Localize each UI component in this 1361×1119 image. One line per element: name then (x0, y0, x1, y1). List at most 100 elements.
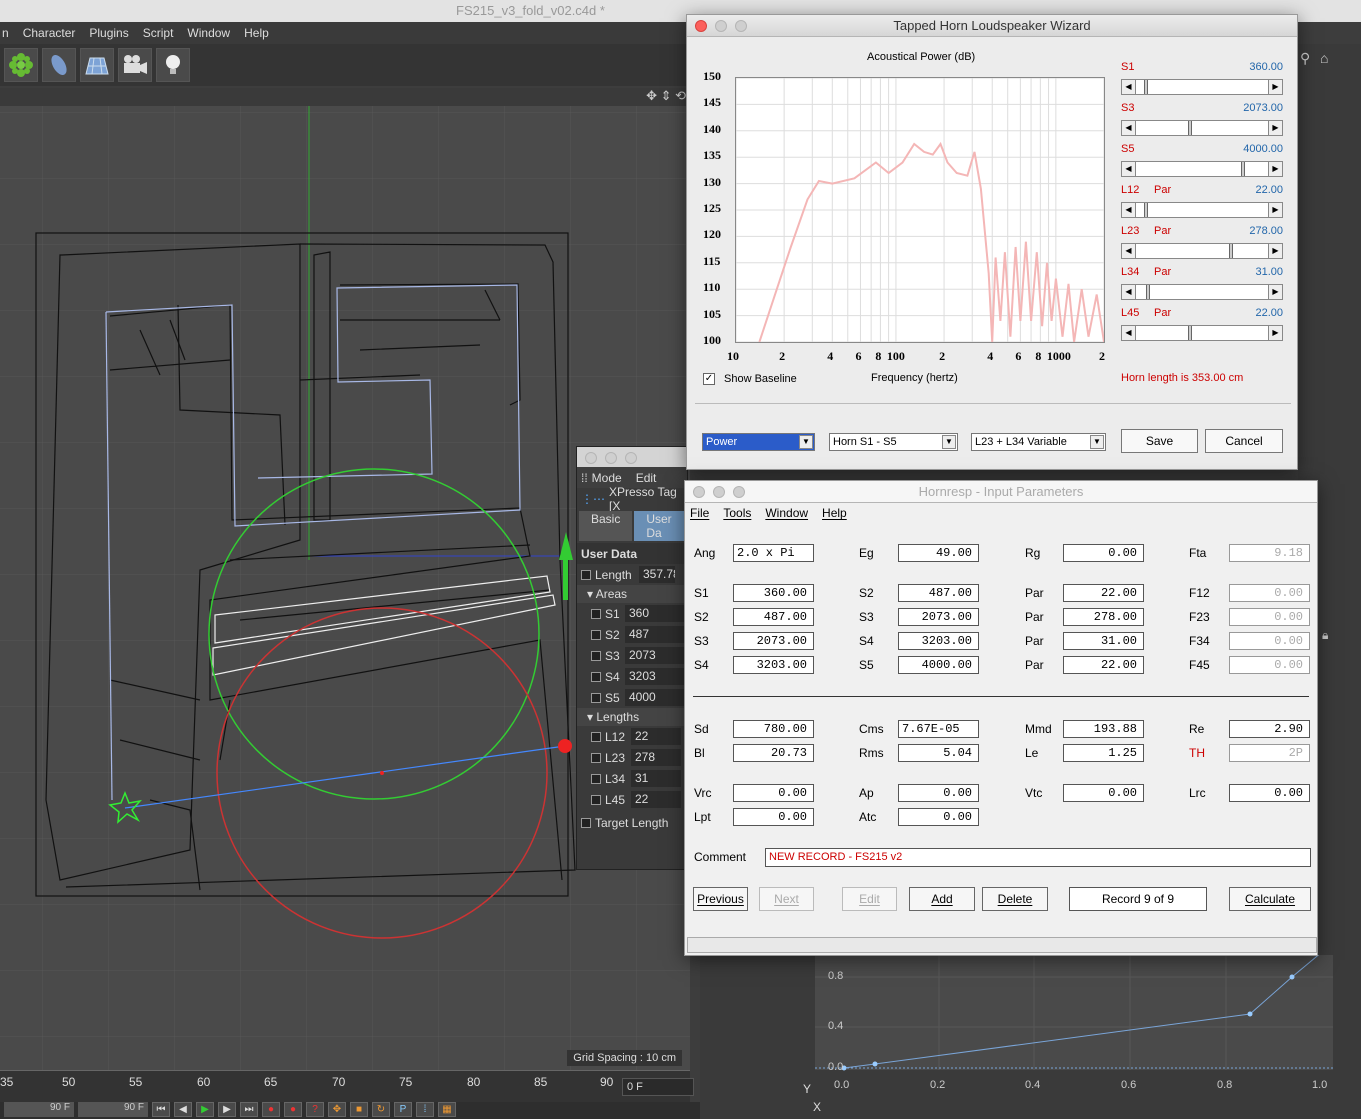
delete-button[interactable]: Delete (982, 887, 1048, 911)
goto-start-icon[interactable]: ⏮ (152, 1102, 170, 1117)
calculate-button[interactable]: Calculate (1229, 887, 1311, 911)
param-field-ap[interactable]: 0.00 (898, 784, 979, 802)
length-item-value[interactable]: 22 (631, 791, 681, 808)
param-field-le[interactable]: 1.25 (1063, 744, 1144, 762)
slider-l34[interactable]: ◀ ▶ (1121, 284, 1283, 300)
length-item-value[interactable]: 278 (631, 749, 681, 766)
areas-group[interactable]: ▾ Areas (577, 585, 687, 603)
comment-field[interactable]: NEW RECORD - FS215 v2 (765, 848, 1311, 867)
edit-button[interactable]: Edit (842, 887, 897, 911)
current-frame-field[interactable]: 0 F (622, 1078, 694, 1096)
wizard-titlebar[interactable]: Tapped Horn Loudspeaker Wizard (687, 15, 1297, 37)
param-field-re[interactable]: 2.90 (1229, 720, 1310, 738)
horn-dropdown[interactable]: Horn S1 - S5 ▼ (829, 433, 958, 451)
menu-item-help[interactable]: Help (244, 22, 269, 44)
slider-l12[interactable]: ◀ ▶ (1121, 202, 1283, 218)
attribute-manager-titlebar[interactable] (577, 447, 687, 467)
param-field-s2[interactable]: 487.00 (733, 608, 814, 626)
keyframe-icon[interactable] (591, 692, 601, 703)
param-field-fta[interactable]: 9.18 (1229, 544, 1310, 562)
menu-item-window[interactable]: Window (187, 22, 230, 44)
menu-item-character[interactable]: Character (23, 22, 76, 44)
param-field-par[interactable]: 22.00 (1063, 584, 1144, 602)
slider-thumb[interactable] (1188, 121, 1193, 135)
lock-icon[interactable]: 🔒︎ (1322, 628, 1328, 643)
record-icon[interactable]: ● (262, 1102, 280, 1117)
goto-end-icon[interactable]: ⏭ (240, 1102, 258, 1117)
viewport-nav-icons[interactable]: ✥ ⇕ ⟲ (0, 88, 690, 106)
capsule-icon[interactable] (42, 48, 76, 82)
param-field-f34[interactable]: 0.00 (1229, 632, 1310, 650)
help-icon[interactable]: ? (306, 1102, 324, 1117)
lengths-group[interactable]: ▾ Lengths (577, 708, 687, 726)
param-field-s3[interactable]: 2073.00 (898, 608, 979, 626)
menu-help[interactable]: Help (822, 503, 847, 523)
cancel-button[interactable]: Cancel (1205, 429, 1283, 453)
close-icon[interactable] (695, 20, 707, 32)
param-field-vtc[interactable]: 0.00 (1063, 784, 1144, 802)
menu-edit[interactable]: Edit (636, 471, 657, 485)
area-value[interactable]: 2073 (625, 647, 685, 664)
flower-icon[interactable] (4, 48, 38, 82)
slider-s3[interactable]: ◀ ▶ (1121, 120, 1283, 136)
param-field-th[interactable]: 2P (1229, 744, 1310, 762)
param-field-vrc[interactable]: 0.00 (733, 784, 814, 802)
timeline-ruler[interactable]: 35 50 55 60 65 70 75 80 85 90 (0, 1070, 690, 1102)
camera-icon[interactable] (118, 48, 152, 82)
param-field-mmd[interactable]: 193.88 (1063, 720, 1144, 738)
param-field-rms[interactable]: 5.04 (898, 744, 979, 762)
save-button[interactable]: Save (1121, 429, 1198, 453)
slider-l45[interactable]: ◀ ▶ (1121, 325, 1283, 341)
arrow-right-icon[interactable]: ▶ (1268, 162, 1282, 176)
hornresp-titlebar[interactable]: Hornresp - Input Parameters (685, 481, 1317, 503)
scale-key-icon[interactable]: ■ (350, 1102, 368, 1117)
menu-item-edge[interactable]: n (2, 22, 9, 44)
home-icon[interactable]: ⌂ (1320, 50, 1328, 66)
add-button[interactable]: Add (909, 887, 975, 911)
autokey-icon[interactable]: ● (284, 1102, 302, 1117)
arrow-left-icon[interactable]: ◀ (1122, 285, 1136, 299)
keyframe-icon[interactable] (591, 794, 601, 805)
keyframe-icon[interactable] (581, 817, 591, 828)
next-button[interactable]: Next (759, 887, 814, 911)
param-field-cms[interactable]: 7.67E-05 (898, 720, 979, 738)
minimize-icon[interactable] (713, 486, 725, 498)
step-back-icon[interactable]: ◀ (174, 1102, 192, 1117)
menu-item-plugins[interactable]: Plugins (89, 22, 128, 44)
menu-mode[interactable]: Mode (592, 471, 622, 485)
param-field-par[interactable]: 22.00 (1063, 656, 1144, 674)
keyframe-icon[interactable] (591, 731, 601, 742)
area-value[interactable]: 360 (625, 605, 685, 622)
power-dropdown[interactable]: Power ▼ (702, 433, 815, 451)
param-field-sd[interactable]: 780.00 (733, 720, 814, 738)
minimize-icon[interactable] (715, 20, 727, 32)
keyframe-icon[interactable] (591, 650, 601, 661)
param-field-s5[interactable]: 4000.00 (898, 656, 979, 674)
arrow-right-icon[interactable]: ▶ (1268, 80, 1282, 94)
slider-thumb[interactable] (1145, 285, 1150, 299)
keyframe-icon[interactable] (591, 752, 601, 763)
arrow-right-icon[interactable]: ▶ (1268, 285, 1282, 299)
keyframe-icon[interactable] (591, 773, 601, 784)
spline-graph[interactable]: 0.8 0.4 0.0 0.0 0.2 0.4 0.6 0.8 1.0 Y X (700, 955, 1361, 1119)
floor-grid-icon[interactable] (80, 48, 114, 82)
param-key-icon[interactable]: P (394, 1102, 412, 1117)
slider-l23[interactable]: ◀ ▶ (1121, 243, 1283, 259)
slider-thumb[interactable] (1144, 80, 1149, 94)
arrow-right-icon[interactable]: ▶ (1268, 244, 1282, 258)
tab-user-data[interactable]: User Da (634, 511, 685, 541)
param-field-rg[interactable]: 0.00 (1063, 544, 1144, 562)
rotate-key-icon[interactable]: ↻ (372, 1102, 390, 1117)
param-field-s2[interactable]: 487.00 (898, 584, 979, 602)
menu-file[interactable]: File (690, 503, 709, 523)
tab-basic[interactable]: Basic (579, 511, 633, 541)
end-frame-field[interactable]: 90 F (78, 1102, 148, 1117)
keyframe-icon[interactable] (591, 671, 601, 682)
play-icon[interactable]: ▶ (196, 1102, 214, 1117)
arrow-left-icon[interactable]: ◀ (1122, 203, 1136, 217)
slider-thumb[interactable] (1188, 326, 1193, 340)
param-field-s3[interactable]: 2073.00 (733, 632, 814, 650)
param-field-s4[interactable]: 3203.00 (898, 632, 979, 650)
length-item-value[interactable]: 22 (631, 728, 681, 745)
length-value[interactable]: 357.78 (639, 566, 675, 583)
